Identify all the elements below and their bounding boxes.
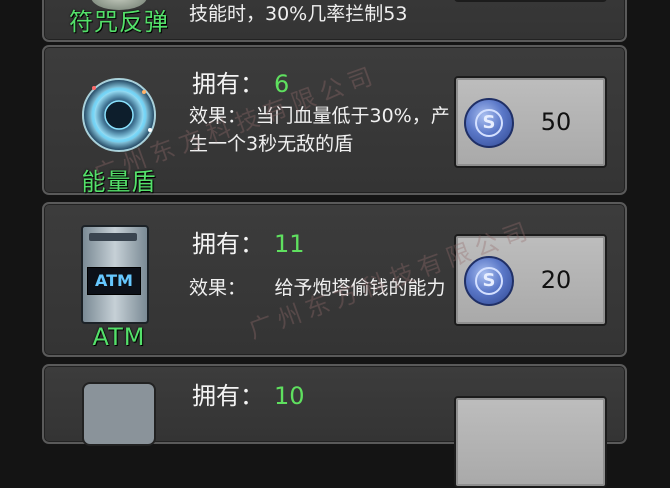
owned-label: 拥有： (192, 230, 264, 258)
owned-count: 拥有： 10 (192, 376, 305, 411)
owned-value: 10 (274, 382, 305, 410)
coin-icon: S (464, 256, 514, 306)
shop-item-panel: 拥有： 10 (42, 364, 627, 488)
item-name: 能量盾 (81, 168, 157, 196)
coin-icon: S (464, 98, 514, 148)
energy-shield-icon (82, 78, 156, 152)
item-icon-box: ATM ATM (69, 209, 169, 351)
shop-screen: 符咒反弹 技能时，30%几率拦制53 能量盾 拥有： 6 效果： 当门血量低于3… (0, 0, 670, 488)
item-name: 符咒反弹 (69, 8, 169, 36)
buy-button[interactable] (454, 0, 607, 2)
owned-count: 拥有： 6 (192, 64, 289, 99)
price-label: 20 (540, 266, 572, 294)
item-icon-box: 符咒反弹 (69, 0, 169, 42)
shop-item-panel: 符咒反弹 技能时，30%几率拦制53 (42, 0, 627, 42)
item-icon-box: 能量盾 (69, 52, 169, 196)
shop-item-panel: 能量盾 拥有： 6 效果： 当门血量低于30%，产生一个3秒无敌的盾 S 50 (42, 45, 627, 196)
owned-label: 拥有： (192, 382, 264, 410)
item-effect: 效果： 给予炮塔偷钱的能力 (189, 277, 446, 299)
item-icon (82, 382, 156, 446)
buy-button[interactable]: S 20 (454, 234, 607, 326)
buy-button[interactable] (454, 396, 607, 488)
owned-count: 拥有： 11 (192, 224, 305, 259)
shop-item-panel: ATM ATM 拥有： 11 效果： 给予炮塔偷钱的能力 S 20 (42, 202, 627, 357)
atm-screen: ATM (87, 267, 141, 295)
buy-button[interactable]: S 50 (454, 76, 607, 168)
atm-top-slot (89, 233, 137, 241)
item-name: ATM (92, 323, 146, 351)
atm-icon: ATM (81, 225, 149, 324)
item-effect: 技能时，30%几率拦制53 (189, 3, 408, 25)
owned-value: 11 (274, 230, 305, 258)
owned-value: 6 (274, 70, 290, 98)
price-label: 50 (540, 108, 572, 136)
item-effect: 效果： 当门血量低于30%，产生一个3秒无敌的盾 (189, 105, 450, 155)
owned-label: 拥有： (192, 70, 264, 98)
